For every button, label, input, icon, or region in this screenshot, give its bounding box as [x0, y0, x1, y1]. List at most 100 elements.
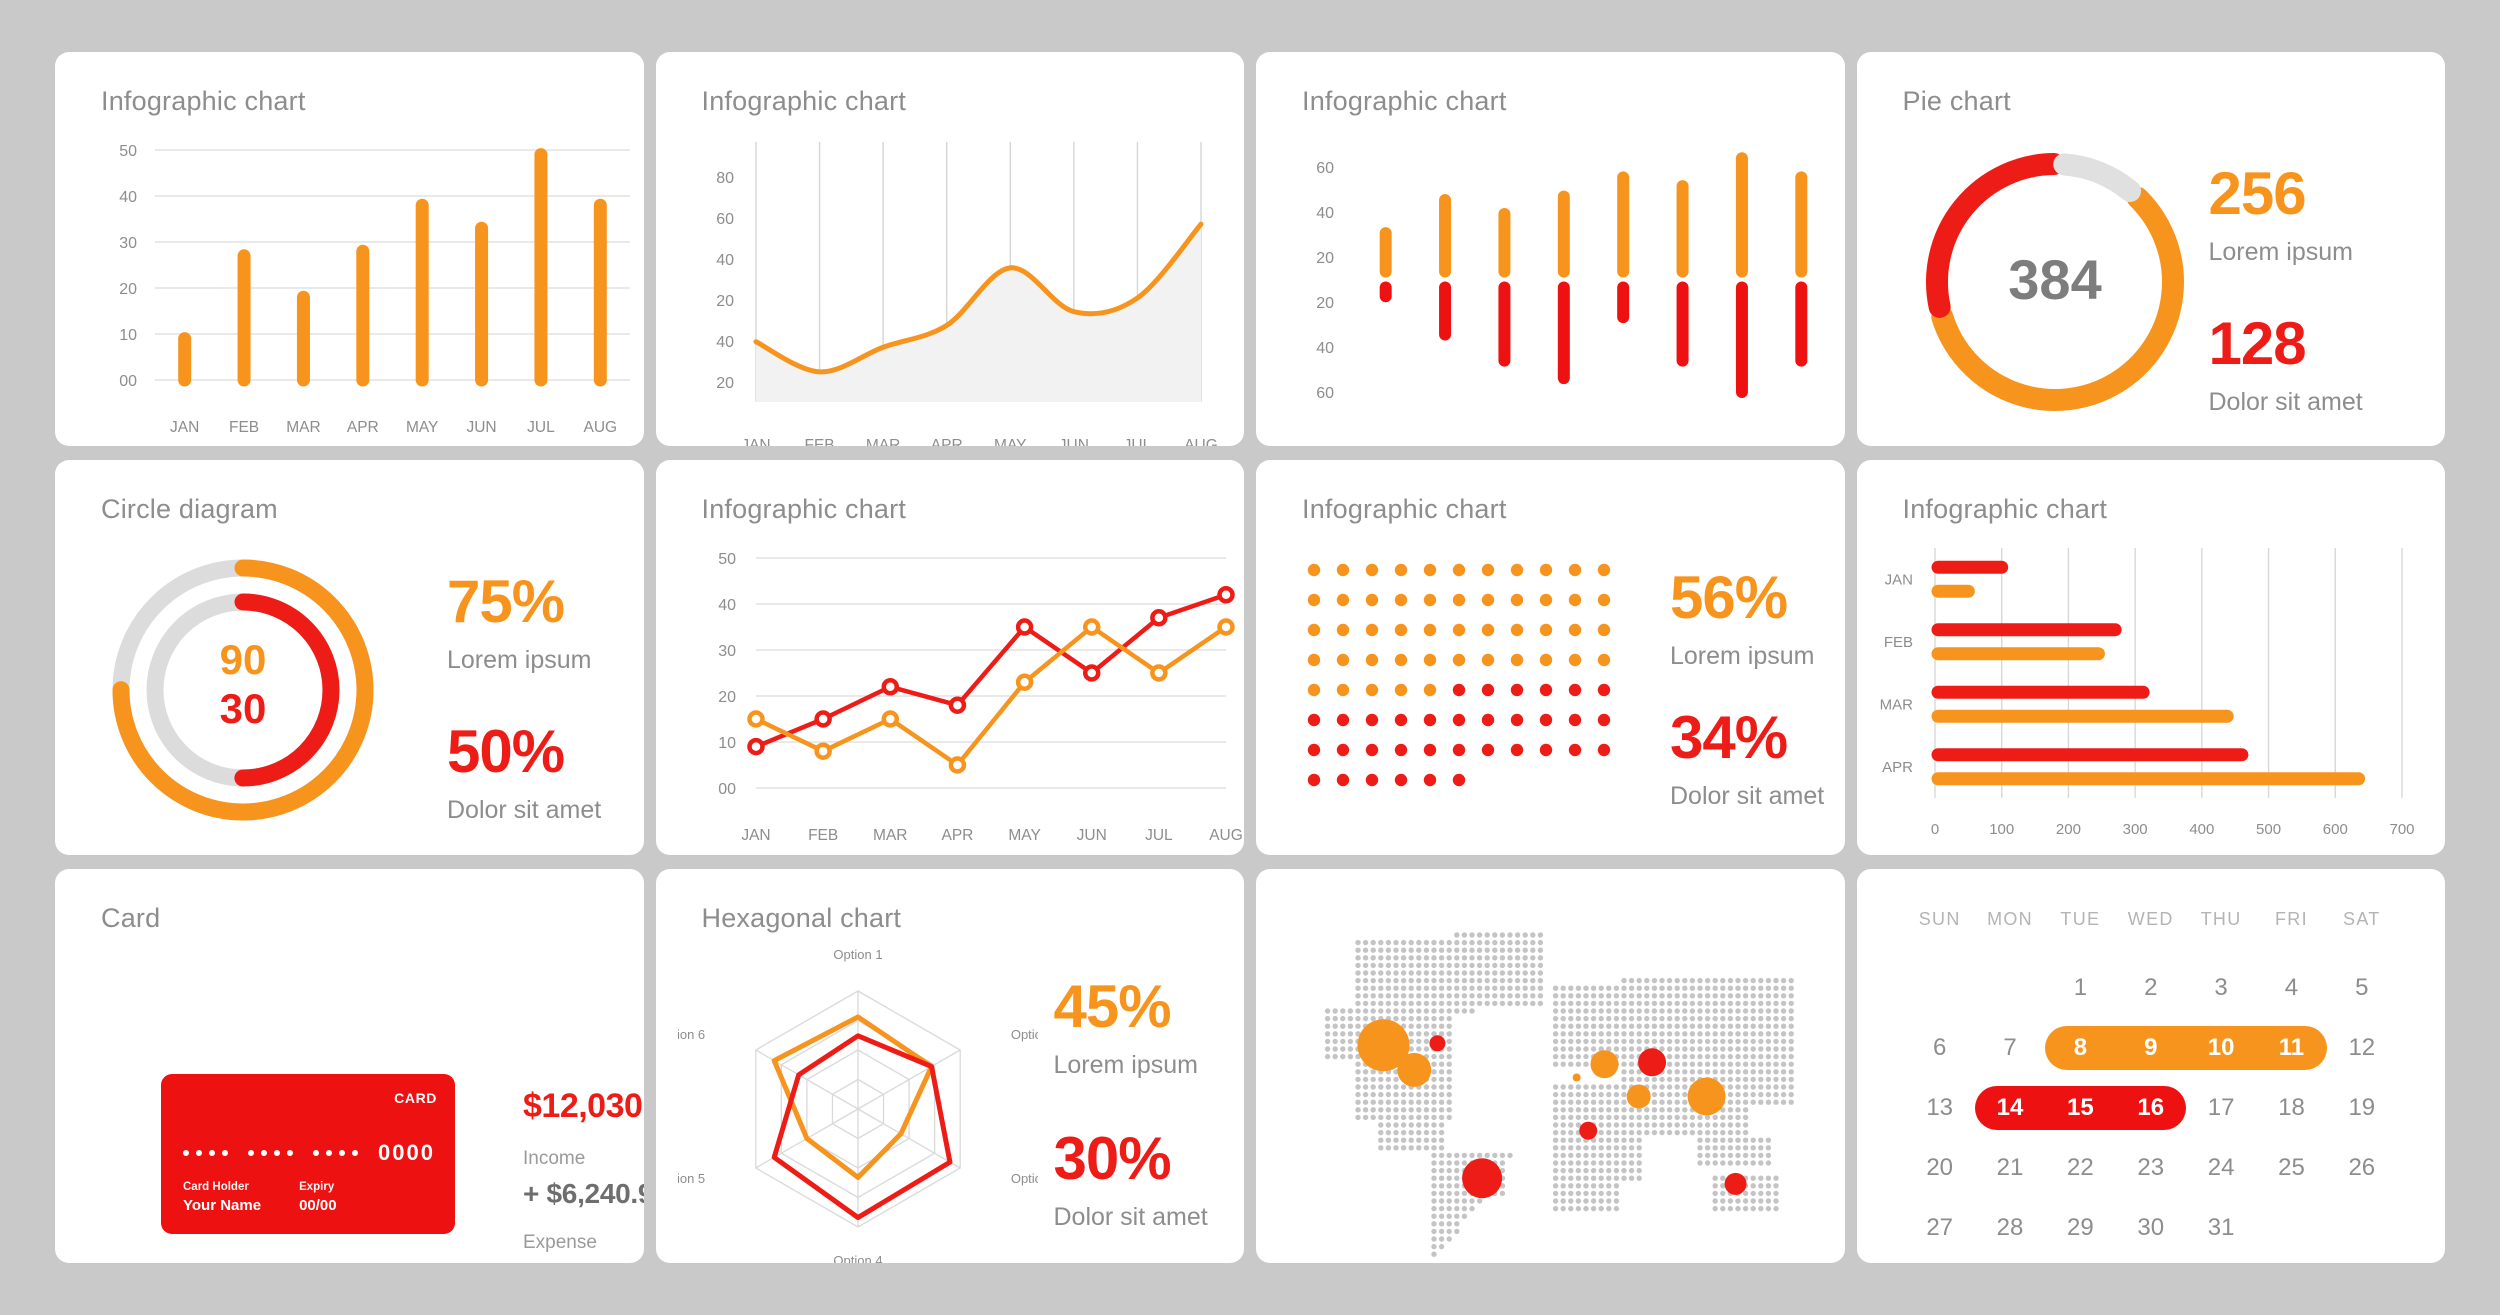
calendar-day-cell[interactable]: 13 [1905, 1078, 1975, 1138]
map-dot [1628, 1000, 1635, 1006]
map-marker[interactable] [1626, 1084, 1651, 1109]
calendar-day-cell[interactable]: 4 [2256, 958, 2326, 1018]
map-dot [1720, 1053, 1726, 1059]
map-dot [1606, 1159, 1612, 1166]
map-marker[interactable] [1638, 1047, 1667, 1076]
map-dot [1598, 1083, 1604, 1090]
calendar-day-cell[interactable]: 25 [2256, 1138, 2326, 1198]
calendar-day-cell[interactable]: 17 [2186, 1078, 2256, 1138]
map-dot [1393, 1091, 1399, 1097]
calendar-day-cell[interactable]: 9 [2116, 1018, 2186, 1078]
map-dot [1469, 1007, 1475, 1014]
map-dot [1788, 1099, 1794, 1105]
card-calendar[interactable]: SUN MON TUE WED THU FRI SAT 1 2 3 4 5 6 7 8 9 10 11 12 13 1… [1856, 868, 2445, 1263]
map-marker[interactable] [1397, 1052, 1432, 1087]
map-dot [1385, 954, 1392, 961]
map-marker[interactable] [1462, 1157, 1503, 1198]
map-dot [1461, 992, 1468, 999]
map-dot [1621, 1038, 1627, 1044]
card-area-chart[interactable]: Infographic chart 80 60 40 20 40 20 JAN FEB MAR… [655, 52, 1245, 447]
map-marker[interactable] [1687, 1077, 1726, 1116]
map-dot [1583, 1000, 1589, 1006]
calendar-day-cell[interactable]: 18 [2256, 1078, 2326, 1138]
map-dot [1583, 1167, 1589, 1173]
card-line-chart[interactable]: Infographic chart 50 40 30 20 10 00 JAN FEB MAR… [655, 460, 1245, 855]
calendar-day-cell[interactable]: 14 [1975, 1078, 2045, 1138]
card-horizontal-bar-chart[interactable]: Infographic chart JAN FEB MAR APR 0 100 200 30… [1856, 460, 2445, 855]
calendar-day-cell[interactable]: 20 [1905, 1138, 1975, 1198]
card-circle-diagram[interactable]: Circle diagram 90 30 75% Lorem ipsum 50%… [55, 460, 644, 855]
map-dot [1568, 1053, 1574, 1059]
map-dot [1454, 1182, 1460, 1189]
calendar-day-cell[interactable]: 12 [2327, 1018, 2397, 1078]
axis-tick-label: MAR [1879, 697, 1913, 714]
calendar-body[interactable]: 1 2 3 4 5 6 7 8 9 10 11 12 13 14 15 16 17 18 19 20 21 22 23 24 2… [1905, 958, 2398, 1258]
card-hexagonal-chart[interactable]: Hexagonal chart Option 1Option 2Option 3… [655, 868, 1244, 1263]
card-floating-bar-chart[interactable]: Infographic chart 60 40 20 20 40 60 JAN FEB MAR… [1256, 52, 1845, 447]
map-marker[interactable] [1579, 1121, 1598, 1140]
map-marker[interactable] [1572, 1073, 1581, 1082]
map-dot [1552, 1182, 1559, 1189]
calendar-day-cell[interactable]: 3 [2186, 958, 2256, 1018]
calendar-day-cell[interactable]: 1 [2045, 958, 2115, 1018]
calendar-day-cell[interactable]: 30 [2116, 1198, 2186, 1258]
calendar-day-cell[interactable]: 22 [2045, 1138, 2115, 1198]
line-chart-plot: 50 40 30 20 10 00 JAN FEB MAR APR MAY JUN JUL AUG [656, 460, 1245, 854]
calendar-day-cell[interactable]: 10 [2186, 1018, 2256, 1078]
calendar-day-cell[interactable]: 26 [2327, 1138, 2397, 1198]
map-dot [1507, 962, 1513, 968]
matrix-dot [1510, 684, 1524, 697]
map-dot [1659, 1121, 1665, 1128]
card-payment-panel[interactable]: Card CARD 0000 Card Holder Your Name Exp… [55, 868, 644, 1263]
calendar-day-cell[interactable]: 27 [1905, 1198, 1975, 1258]
calendar-day-cell[interactable]: 24 [2186, 1138, 2256, 1198]
radar-axis-label: Option 6 [678, 1027, 705, 1042]
calendar-day-cell[interactable]: 28 [1975, 1198, 2045, 1258]
circle-legend-item-2: 50% Dolor sit amet [447, 722, 601, 825]
map-marker[interactable] [1590, 1049, 1619, 1078]
map-dot [1446, 1023, 1452, 1029]
map-dot [1438, 1053, 1445, 1059]
calendar-day-cell[interactable]: 15 [2045, 1078, 2115, 1138]
map-dot [1758, 1076, 1764, 1082]
calendar-day-cell[interactable]: 16 [2116, 1078, 2186, 1138]
area-chart-plot: 80 60 40 20 40 20 JAN FEB MAR APR MAY JUN JUL AUG [656, 52, 1245, 446]
map-dot [1568, 1015, 1574, 1021]
map-dot [1598, 1205, 1604, 1211]
calendar-widget[interactable]: SUN MON TUE WED THU FRI SAT 1 2 3 4 5 6 7 8 9 10 11 12 13 1… [1905, 909, 2398, 1241]
map-dot [1704, 1068, 1711, 1075]
map-marker[interactable] [1429, 1034, 1446, 1051]
map-dot [1712, 985, 1718, 991]
map-dot [1697, 1061, 1703, 1067]
calendar-day-cell[interactable]: 7 [1975, 1018, 2045, 1078]
card-dot-matrix[interactable]: Infographic chart 56% Lorem ipsum 34% Do… [1256, 460, 1845, 855]
calendar-week-row: 12345 [1905, 958, 2398, 1018]
map-dot [1378, 1076, 1384, 1082]
card-pie-chart[interactable]: Pie chart 384 256 Lorem ipsum 128 Dolor … [1856, 52, 2445, 447]
map-dot [1340, 1038, 1346, 1044]
calendar-day-cell[interactable]: 19 [2327, 1078, 2397, 1138]
credit-card-visual[interactable]: CARD 0000 Card Holder Your Name Expiry 0… [161, 1073, 455, 1234]
map-dot [1514, 931, 1521, 938]
map-dot [1378, 939, 1384, 945]
calendar-day-cell[interactable]: 11 [2256, 1018, 2326, 1078]
calendar-day-cell[interactable]: 6 [1905, 1018, 1975, 1078]
card-world-map[interactable] [1256, 868, 1845, 1263]
map-dot [1674, 1121, 1680, 1128]
calendar-day-cell[interactable]: 21 [1975, 1138, 2045, 1198]
map-dot [1431, 969, 1437, 976]
matrix-dot [1394, 774, 1408, 787]
calendar-day-cell[interactable]: 2 [2116, 958, 2186, 1018]
map-dot [1537, 1000, 1544, 1006]
calendar-day-cell[interactable]: 29 [2045, 1198, 2115, 1258]
card-bar-chart[interactable]: Infographic chart 50 40 30 20 10 00 JAN FEB MAR… [55, 52, 644, 447]
matrix-dot [1394, 654, 1408, 667]
map-marker[interactable] [1724, 1172, 1747, 1195]
map-dot [1621, 1076, 1627, 1082]
calendar-day-cell[interactable]: 8 [2045, 1018, 2115, 1078]
map-dot [1712, 1190, 1718, 1196]
calendar-day-cell[interactable]: 23 [2116, 1138, 2186, 1198]
calendar-day-cell[interactable]: 5 [2327, 958, 2397, 1018]
matrix-dot [1307, 654, 1321, 667]
calendar-day-cell[interactable]: 31 [2186, 1198, 2256, 1258]
